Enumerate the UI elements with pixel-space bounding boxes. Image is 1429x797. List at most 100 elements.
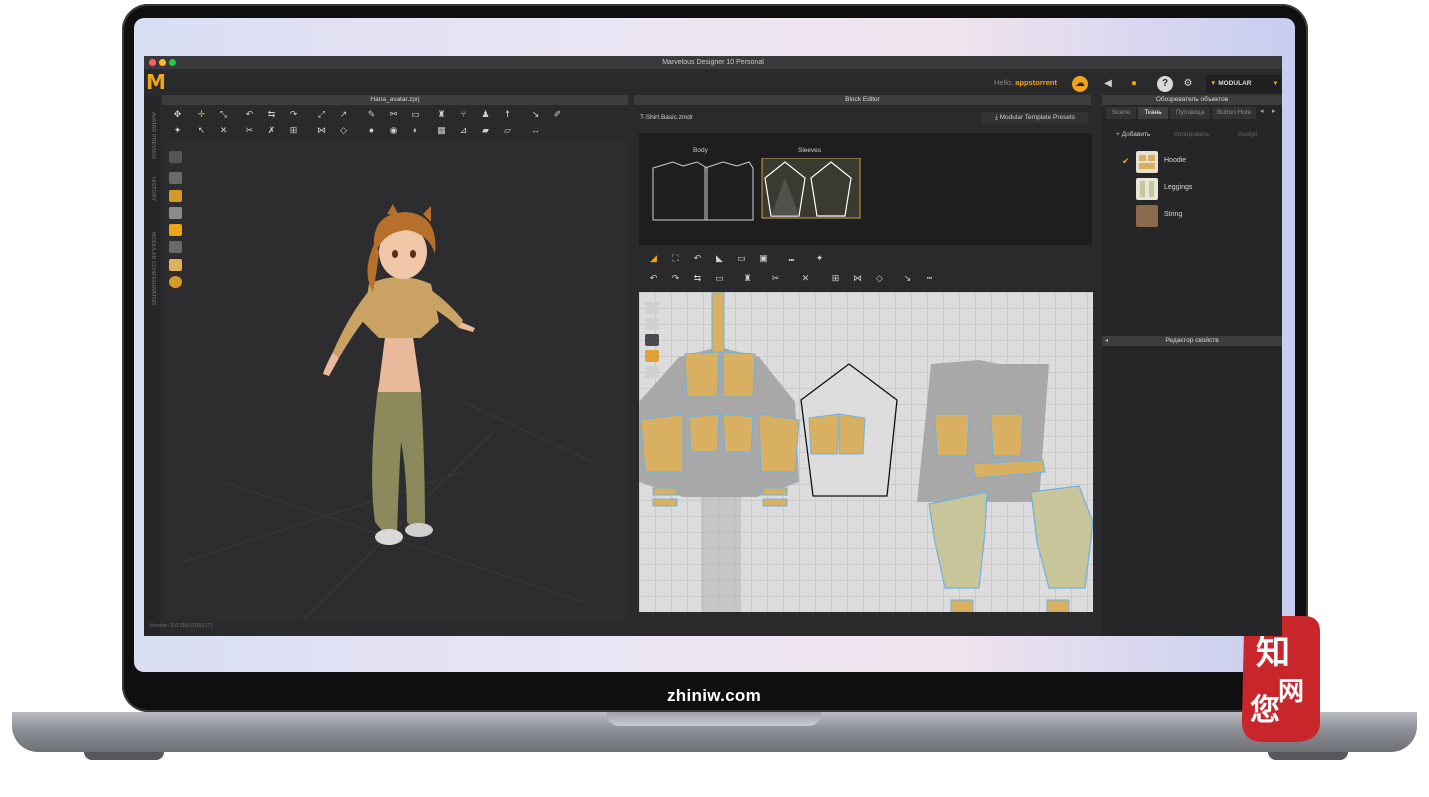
record-icon[interactable]: ● [365,125,378,136]
fold-tool-icon[interactable]: ↶ [243,109,256,120]
settings-icon[interactable]: ⚙ [1180,76,1196,92]
shading-view-icon[interactable] [169,241,182,253]
transform-tool-icon[interactable]: ⤡ [217,109,230,120]
sphere-icon[interactable]: ◉ [387,125,400,136]
side-tab-history[interactable]: HISTORY [146,177,156,201]
avatar-tool-icon[interactable]: ♟ [479,109,492,120]
pin-tool-icon[interactable]: ↷ [287,109,300,120]
arrange-tool-icon[interactable]: ▭ [409,109,422,120]
tab-buttons[interactable]: Пуговица [1170,107,1210,119]
pants-tool-icon[interactable]: ⑂ [457,109,470,120]
stitch-icon[interactable]: ✗ [265,125,278,136]
cut-mesh-icon[interactable]: ✂ [243,125,256,136]
tab-button-hole[interactable]: Button Hole [1212,107,1256,119]
collapse-arrow-icon[interactable]: ◂ [1105,336,1108,346]
minimize-window-button[interactable] [159,59,166,66]
pose-tool-icon[interactable]: ☨ [501,109,514,120]
rectangle-icon[interactable]: ▭ [735,253,748,264]
laptop-chin-label: zhiniw.com [667,686,761,705]
shape-icon[interactable]: ▱ [501,125,514,136]
line-tool-icon[interactable]: ↗ [337,109,350,120]
username[interactable]: appstorrent [1015,78,1057,87]
help-icon[interactable]: ? [1157,76,1173,92]
add-fabric-button[interactable]: + Добавить [1116,131,1150,138]
internal-shape-icon[interactable]: ▣ [757,253,770,264]
pattern-edit-icon[interactable]: ✕ [799,273,812,284]
button-tool-icon[interactable]: ⋈ [315,125,328,136]
edit-curve-icon[interactable]: ↶ [691,253,704,264]
sew-tool-icon[interactable]: ⚯ [387,109,400,120]
tape-icon[interactable]: ⊿ [457,125,470,136]
pattern-mirror-icon[interactable]: ⊞ [829,273,842,284]
side-tab-modular-configurator[interactable]: MODULAR CONFIGURATOR [146,232,156,305]
fabric-name-hoodie: Hoodie [1164,157,1187,164]
trace-icon[interactable]: ✦ [813,253,826,264]
pattern-needle-icon[interactable]: ↘ [901,273,914,284]
environment-view-icon[interactable] [169,276,182,288]
tack-tool-icon[interactable]: ⇆ [265,109,278,120]
needle-tool-icon[interactable]: ↘ [529,109,542,120]
assign-fabric-button[interactable]: Assign [1238,131,1258,138]
tab-scene[interactable]: Scene [1106,107,1136,119]
link-icon[interactable]: ↔ [529,125,542,136]
brush-tool-icon[interactable]: ✎ [365,109,378,120]
modular-label: MODULAR [1218,80,1252,87]
block-body-thumbnail[interactable] [652,161,754,221]
avatar-view-icon[interactable] [169,207,182,219]
darts-icon[interactable]: ⑉ [785,253,798,264]
move-tool-icon[interactable]: ✛ [195,109,208,120]
cloud-icon[interactable]: ☁ [1072,76,1088,92]
polygon-icon[interactable]: ◣ [713,253,726,264]
fabric-item-string[interactable]: String [1136,205,1276,227]
avatar-measure-icon[interactable]: ◐ [409,125,422,136]
pattern-button-icon[interactable]: ⋈ [851,273,864,284]
user-icon[interactable]: ● [1126,76,1142,92]
pattern-transform-icon[interactable]: ◢ [647,253,660,264]
pen-tool-icon[interactable]: ✐ [551,109,564,120]
segment-sewing-icon[interactable]: ↶ [647,273,660,284]
tab-fabric[interactable]: Ткань [1138,107,1168,119]
pattern-dashes-icon[interactable]: ┅ [923,273,936,284]
folder-view-icon[interactable] [169,224,182,236]
edit-mesh-icon[interactable]: ✕ [217,125,230,136]
fitting-icon[interactable]: ▦ [435,125,448,136]
3d-viewport[interactable] [163,142,628,621]
maximize-window-button[interactable] [169,59,176,66]
app-window: Marvelous Designer 10 Personal M Hello, … [144,56,1282,636]
ruler-icon[interactable]: ▰ [479,125,492,136]
run-tool-icon[interactable]: ✦ [171,125,184,136]
modular-template-presets-button[interactable]: ⤓ Modular Template Presets [982,112,1088,124]
pattern-topstitch-icon[interactable]: ◇ [873,273,886,284]
select-tool-icon[interactable]: ✥ [171,109,184,120]
speaker-icon[interactable]: ◀ [1100,76,1116,92]
pattern-cut-icon[interactable]: ✂ [769,273,782,284]
pattern-shirt-icon[interactable]: ♜ [741,273,754,284]
select-mesh-icon[interactable]: ↖ [195,125,208,136]
fabric-item-leggings[interactable]: Leggings [1136,178,1276,200]
texture-view-icon[interactable] [169,190,182,202]
object-browser-header: Обозреватель объектов [1102,95,1282,105]
shirt-tool-icon[interactable]: ♜ [435,109,448,120]
zipper-icon[interactable]: ⊞ [287,125,300,136]
avatar-editor-icon[interactable] [169,151,182,163]
topstitch-icon[interactable]: ◇ [337,125,350,136]
garment-view-icon[interactable] [169,172,182,184]
modular-mode-button[interactable]: ▼ MODULAR ▾ [1206,75,1281,93]
edit-pattern-icon[interactable]: ⛶ [669,253,682,264]
marvelous-logo-icon[interactable]: M [146,71,168,93]
sew-check-icon[interactable]: ▭ [713,273,726,284]
edit-sewing-icon[interactable]: ⇆ [691,273,704,284]
copy-fabric-button[interactable]: Копировать [1174,131,1209,138]
close-window-button[interactable] [149,59,156,66]
skin-view-icon[interactable] [169,259,182,271]
side-tab-avatar-preview[interactable]: AVATAR PREVIEW [146,112,156,159]
fabric-item-hoodie[interactable]: Hoodie [1136,151,1276,173]
svg-text:网: 网 [1278,677,1304,707]
tab-scroll-right-icon[interactable]: ▸ [1272,107,1276,115]
laptop-foot-left [84,752,164,760]
measure-tool-icon[interactable]: ⤢ [315,109,328,120]
block-sleeves-thumbnail[interactable] [761,158,861,219]
pattern-window[interactable] [639,292,1093,612]
tab-scroll-left-icon[interactable]: ◂ [1260,107,1264,115]
free-sewing-icon[interactable]: ↷ [669,273,682,284]
